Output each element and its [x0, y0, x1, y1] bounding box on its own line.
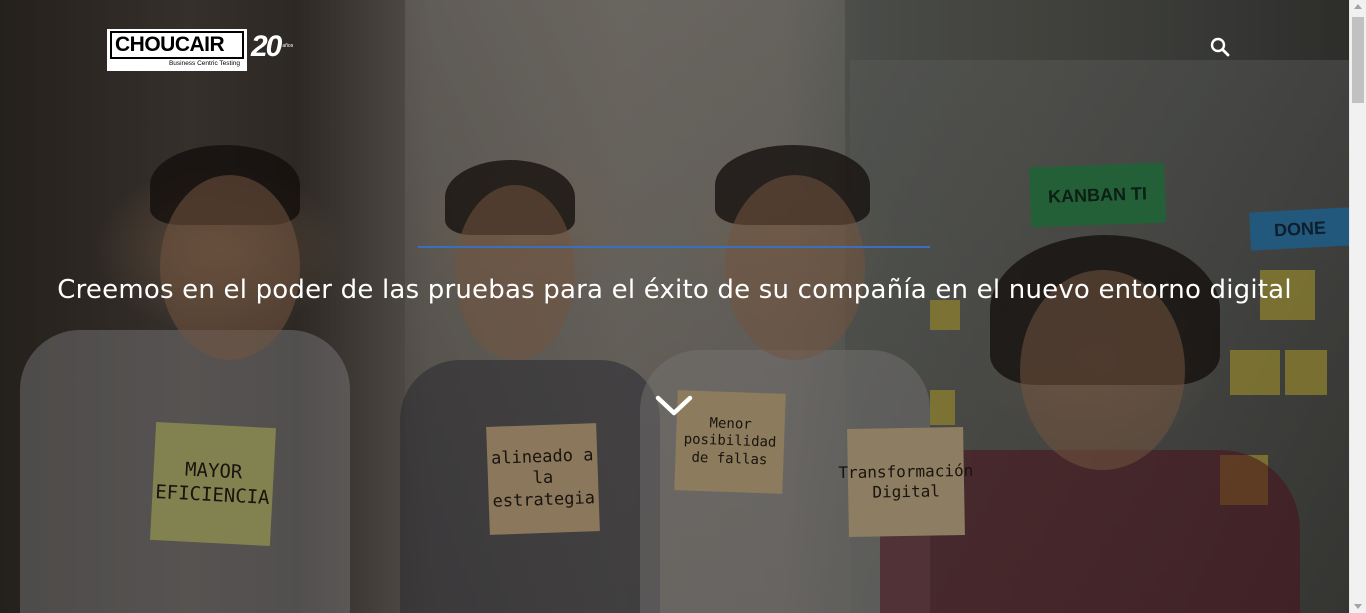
scroll-down-arrow[interactable]: [1354, 604, 1362, 609]
logo-anniversary-sub: años: [282, 43, 294, 49]
page-viewport: KANBAN TI DONE MAYOR EFICIENCIA alineado…: [0, 0, 1349, 613]
logo-wordmark: CHOUCAIR: [110, 31, 244, 59]
logo-anniversary-number: 20: [251, 30, 282, 63]
chevron-down-icon: [655, 395, 693, 416]
logo-tagline: Business Centric Testing: [168, 60, 240, 67]
choucair-logo-link[interactable]: CHOUCAIR Business Centric Testing 20 año…: [107, 29, 300, 71]
search-button[interactable]: [1208, 35, 1232, 59]
scroll-down-button[interactable]: [654, 392, 694, 420]
search-icon: [1210, 37, 1230, 57]
hero-title: Creemos en el poder de las pruebas para …: [57, 275, 1292, 305]
logo-box: CHOUCAIR Business Centric Testing: [107, 29, 247, 71]
page-scrollbar[interactable]: [1349, 0, 1366, 613]
hero-accent-line: [418, 246, 930, 248]
scroll-up-arrow[interactable]: [1354, 4, 1362, 9]
scroll-thumb[interactable]: [1352, 17, 1364, 103]
